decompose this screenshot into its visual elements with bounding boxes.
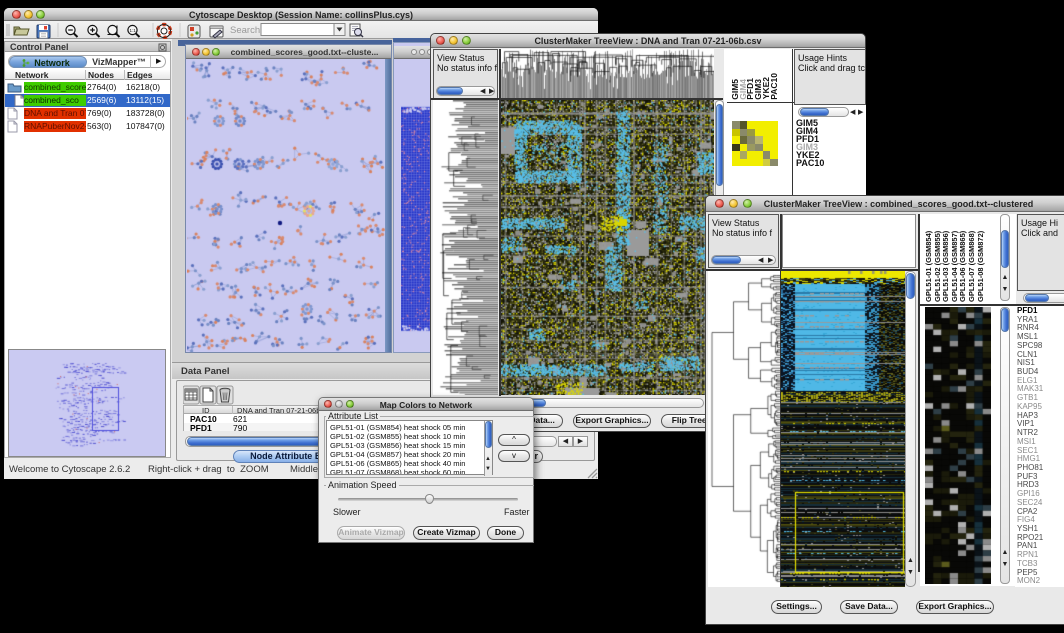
svg-text:1:1: 1:1 bbox=[130, 28, 137, 33]
svg-text:Search:: Search: bbox=[230, 25, 263, 36]
